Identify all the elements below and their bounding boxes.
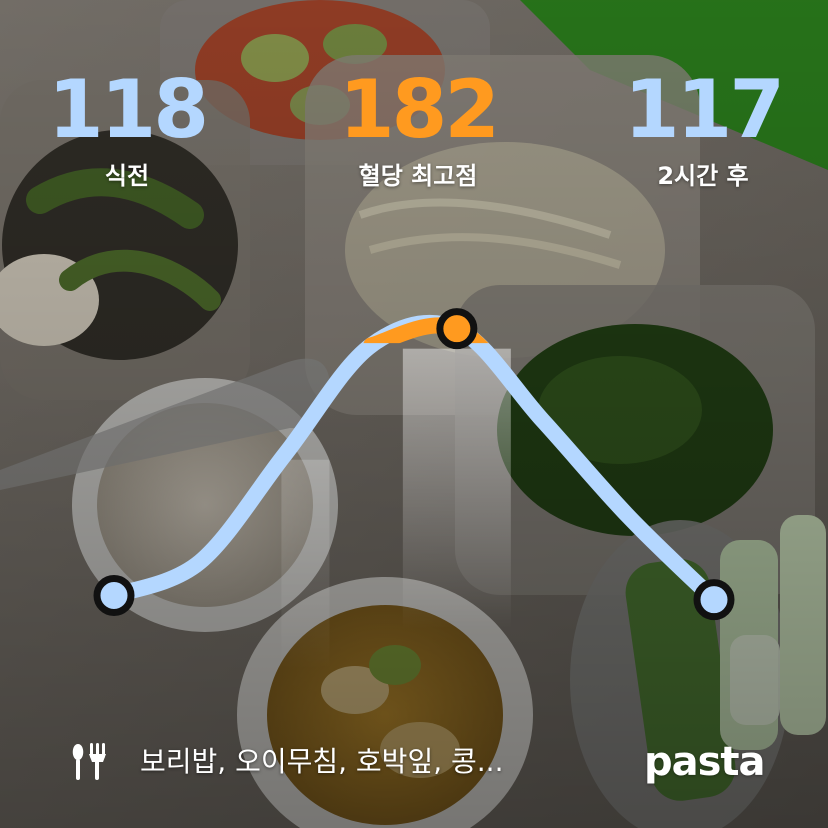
pre-meal-label: 식전 [104,162,150,190]
two-hour-stat: 117 2시간 후 [583,63,823,191]
meal-footer: 보리밥, 오이무침, 호박잎, 콩... pasta [0,740,828,784]
peak-label: 혈당 최고점 [358,162,478,190]
peak-value: 182 [339,63,500,156]
pre-meal-stat: 118 식전 [7,63,247,191]
fork-knife-icon [72,743,106,780]
peak-stat: 182 혈당 최고점 [298,63,538,191]
two-hour-value: 117 [624,63,785,156]
two-hour-label: 2시간 후 [657,162,749,190]
brand-logo: pasta [644,739,766,785]
pre-meal-value: 118 [48,63,209,156]
meal-description: 보리밥, 오이무침, 호박잎, 콩... [140,745,504,778]
